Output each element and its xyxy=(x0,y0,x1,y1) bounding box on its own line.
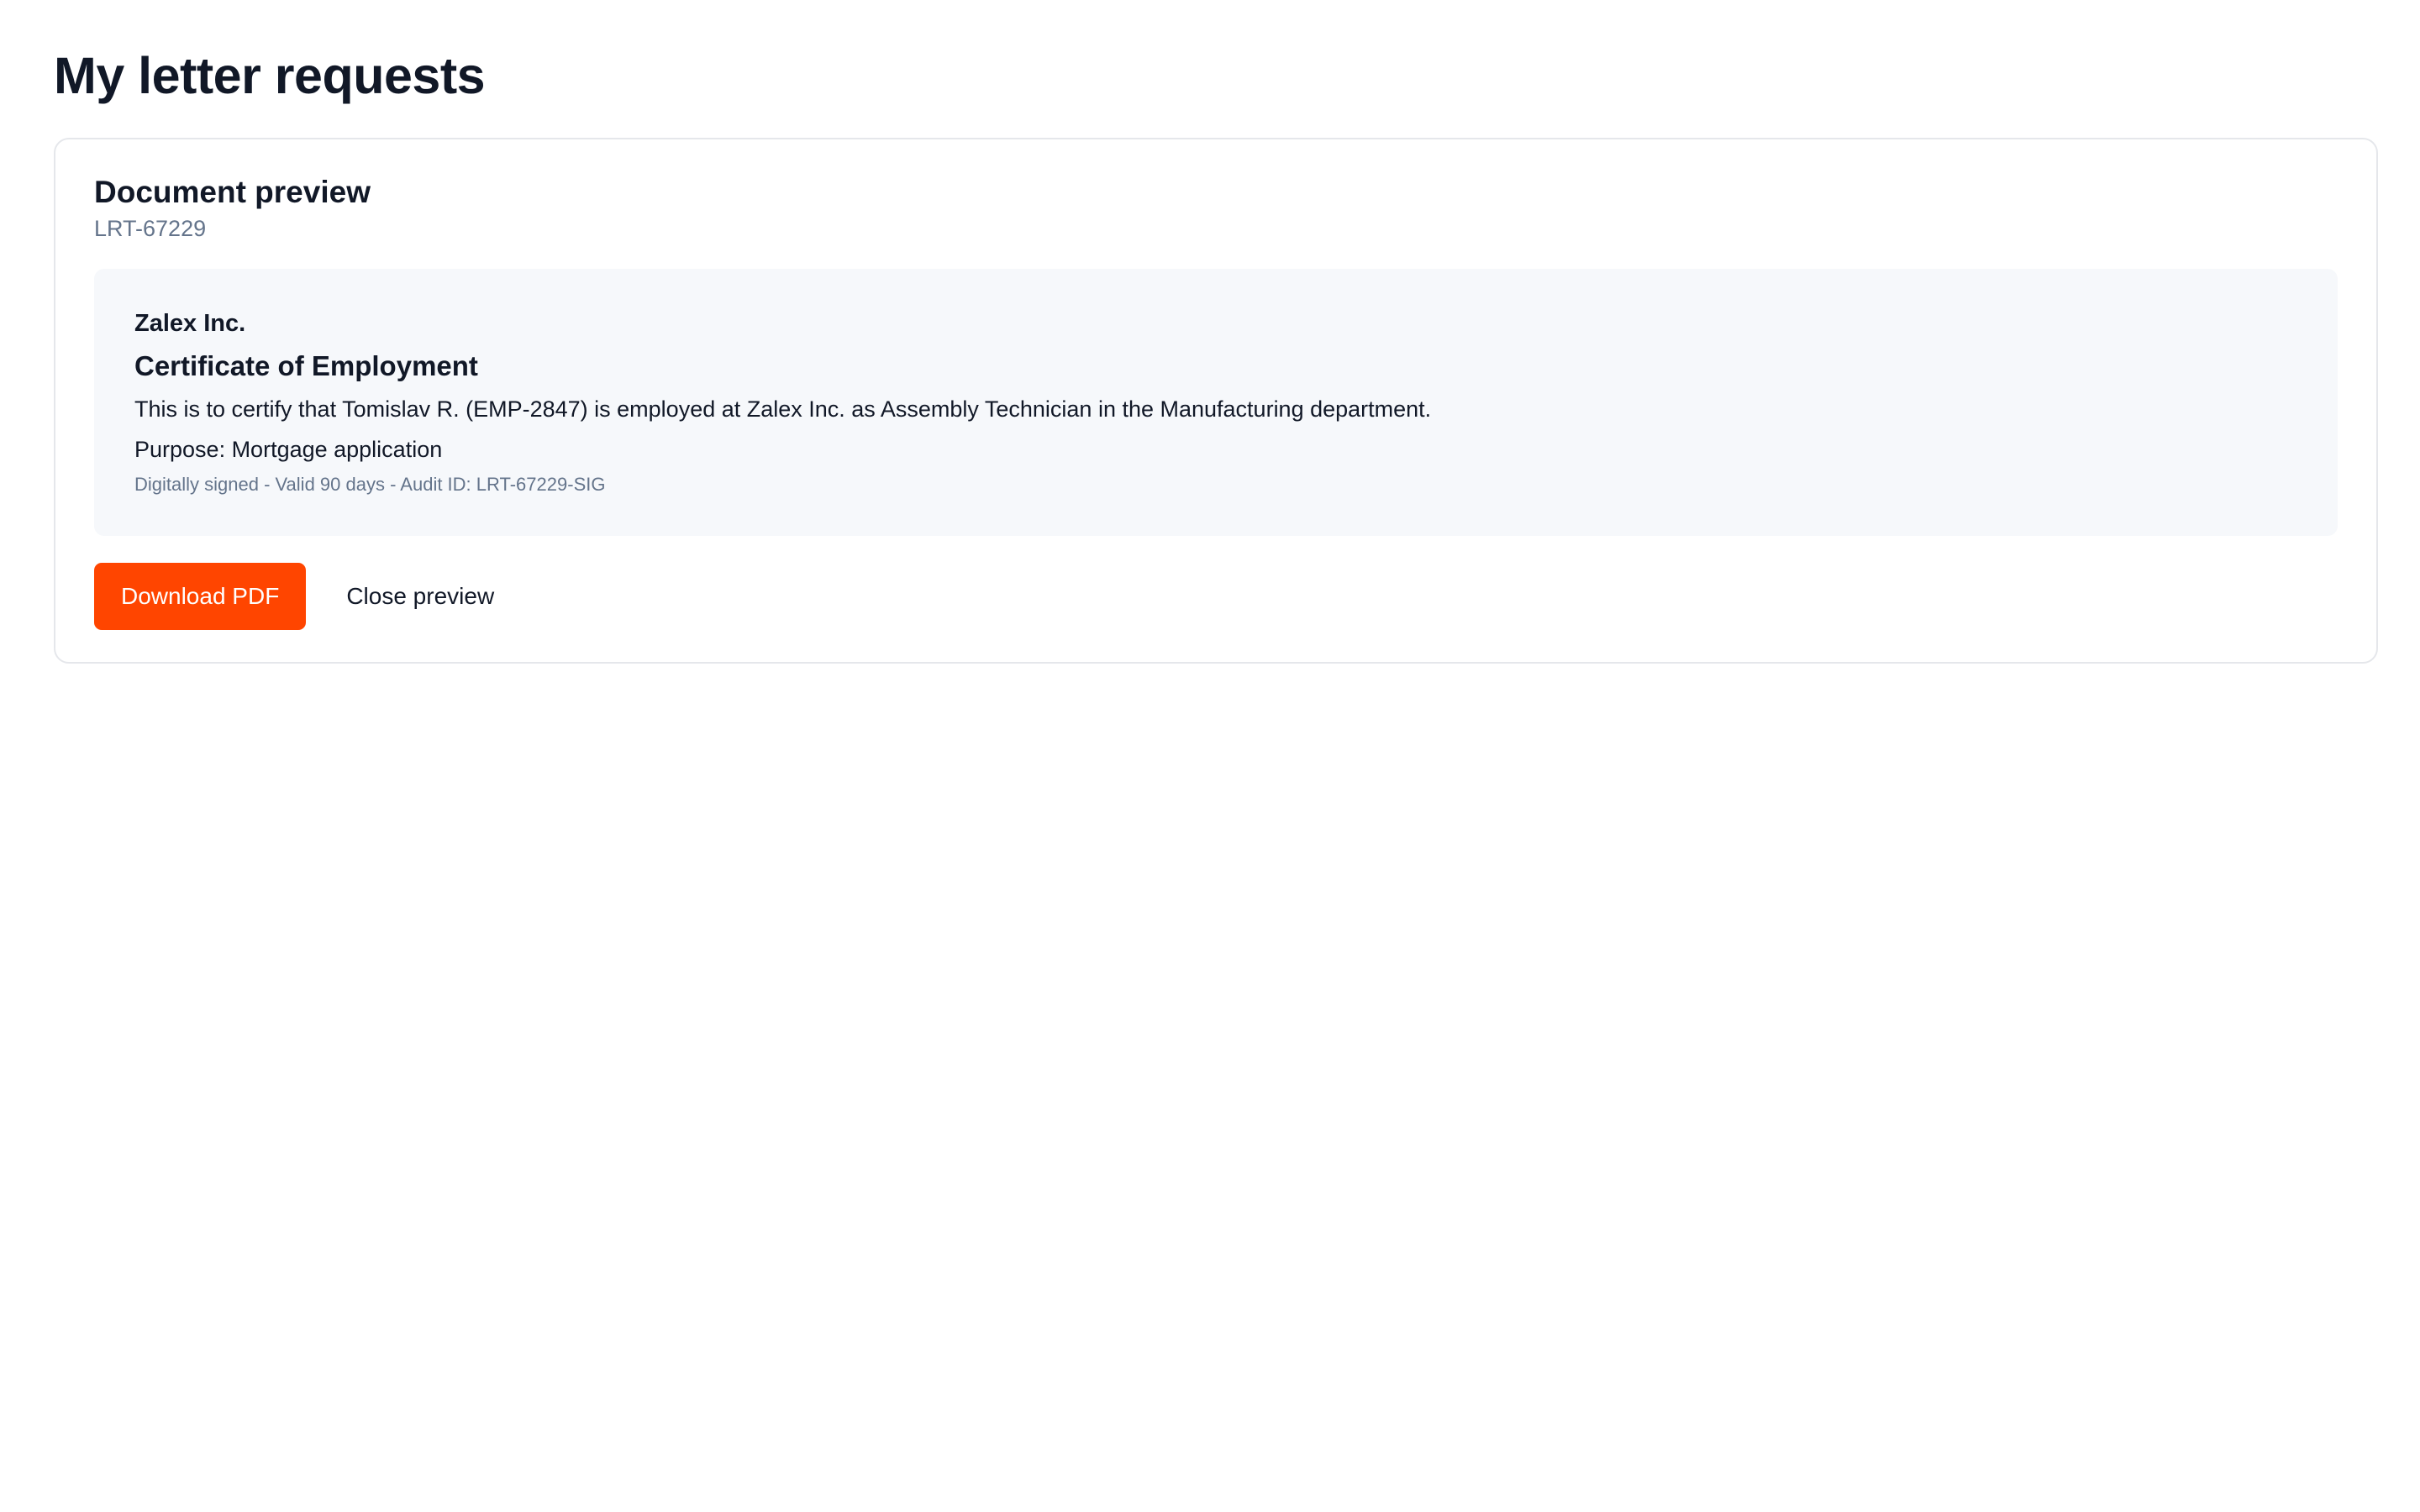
document-title: Certificate of Employment xyxy=(134,350,478,381)
document-footnote: Digitally signed - Valid 90 days - Audit… xyxy=(134,474,606,495)
document-body: This is to certify that Tomislav R. (EMP… xyxy=(134,396,1432,422)
download-pdf-button[interactable]: Download PDF xyxy=(94,563,307,630)
preview-actions: Download PDF Close preview xyxy=(94,563,2338,630)
page-title: My letter requests xyxy=(54,47,486,104)
document-preview-card: Document preview LRT-67229 Zalex Inc. Ce… xyxy=(54,138,2378,664)
document-content: Zalex Inc. Certificate of Employment Thi… xyxy=(94,269,2338,536)
close-preview-button[interactable]: Close preview xyxy=(346,563,494,630)
document-purpose: Purpose: Mortgage application xyxy=(134,437,443,462)
request-reference: LRT-67229 xyxy=(94,216,207,241)
card-title: Document preview xyxy=(94,175,371,209)
document-company: Zalex Inc. xyxy=(134,310,246,337)
page: My letter requests Document preview LRT-… xyxy=(0,0,2420,1512)
